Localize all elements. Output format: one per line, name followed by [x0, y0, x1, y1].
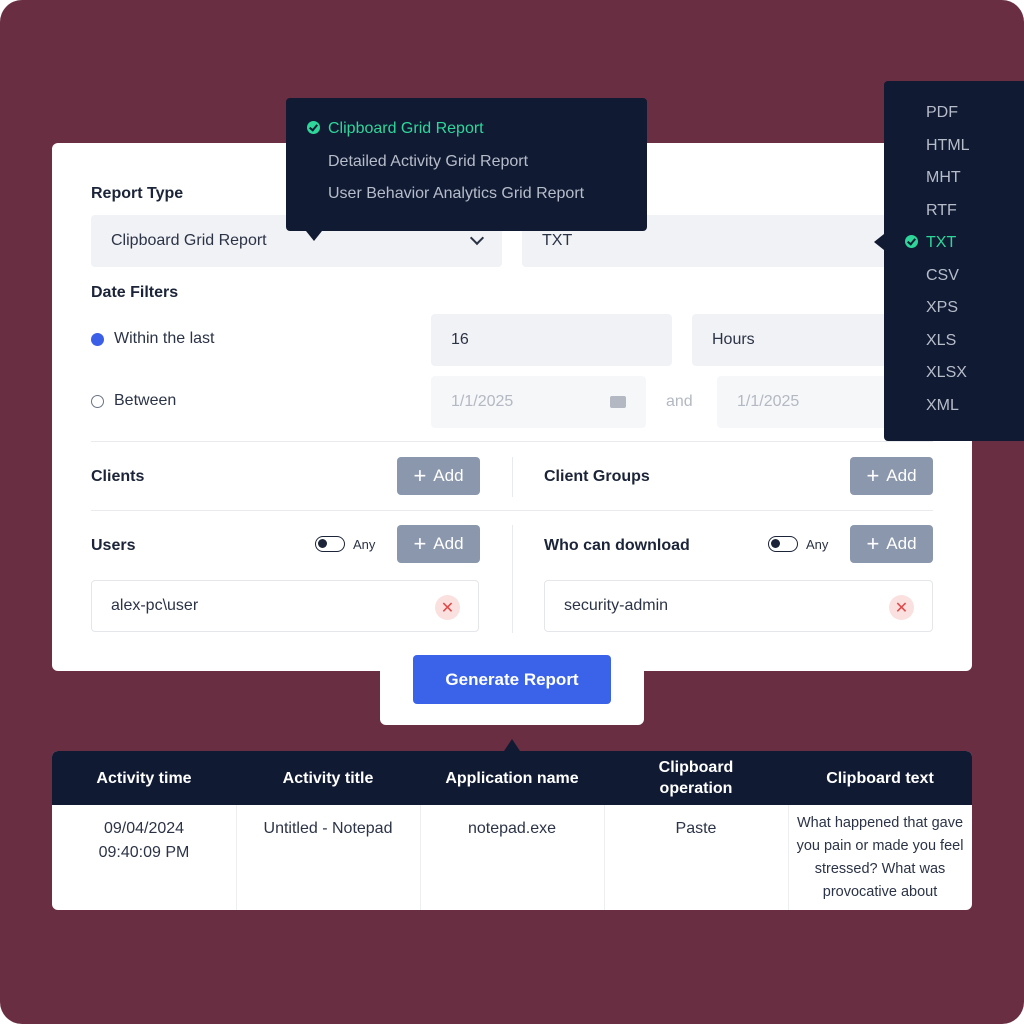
table-header: Activity time Activity title Application… [52, 751, 972, 805]
format-option-html[interactable]: HTML [926, 137, 970, 155]
users-any-toggle[interactable]: Any [315, 536, 375, 552]
report-type-dropdown: Clipboard Grid Report Detailed Activity … [286, 98, 647, 241]
radio-checked-icon [91, 332, 104, 346]
close-icon[interactable]: ✕ [435, 595, 460, 620]
add-user-button[interactable]: + Add [397, 525, 480, 563]
plus-icon: + [866, 531, 880, 556]
toggle-switch[interactable] [315, 536, 345, 552]
radio-unchecked-icon [91, 394, 104, 408]
between-radio[interactable]: Between [91, 392, 176, 410]
client-groups-label: Client Groups [544, 468, 650, 485]
within-last-label: Within the last [114, 330, 215, 347]
toggle-switch[interactable] [768, 536, 798, 552]
cell-clipboard-text: What happened that gave you pain or made… [796, 815, 964, 900]
format-option-txt[interactable]: TXT [905, 234, 956, 252]
add-downloader-button[interactable]: + Add [850, 525, 933, 563]
cell-activity-title: Untitled - Notepad [263, 820, 393, 837]
plus-icon: + [866, 463, 880, 488]
report-type-value: Clipboard Grid Report [111, 232, 267, 249]
generate-report-button[interactable]: Generate Report [413, 655, 611, 704]
download-any-label: Any [806, 536, 829, 552]
cell-activity-time: 09/04/2024 09:40:09 PM [52, 805, 236, 910]
users-any-label: Any [353, 536, 376, 552]
format-option-pdf[interactable]: PDF [926, 104, 958, 122]
clients-label: Clients [91, 468, 145, 485]
cell-activity-date: 09/04/2024 [103, 820, 185, 837]
column-header-clipboard-operation[interactable]: Clipboard operation [604, 751, 788, 805]
table-caret [504, 739, 520, 751]
downloader-chip: security-admin ✕ [544, 580, 933, 632]
column-header-activity-time[interactable]: Activity time [52, 751, 236, 805]
column-header-clipboard-text[interactable]: Clipboard text [788, 751, 972, 805]
format-option-xls[interactable]: XLS [926, 332, 956, 350]
report-option-label: Clipboard Grid Report [328, 120, 484, 137]
between-and-label: and [666, 393, 693, 410]
cell-application-name: notepad.exe [467, 820, 557, 837]
add-client-group-button[interactable]: + Add [850, 457, 933, 495]
downloader-chip-label: security-admin [564, 597, 669, 614]
report-option-detailed-activity[interactable]: Detailed Activity Grid Report [328, 153, 528, 171]
report-type-label: Report Type [91, 185, 184, 202]
plus-icon: + [413, 463, 427, 488]
format-option-xml[interactable]: XML [926, 397, 959, 415]
user-chip-label: alex-pc\user [111, 597, 199, 614]
add-client-group-label: Add [886, 466, 917, 485]
divider [91, 441, 933, 442]
popover-caret [874, 234, 884, 250]
between-from-date-input[interactable]: 1/1/2025 [431, 376, 646, 428]
column-divider [512, 457, 513, 497]
within-last-unit: Hours [712, 331, 755, 348]
report-option-user-behavior[interactable]: User Behavior Analytics Grid Report [328, 185, 584, 203]
download-any-toggle[interactable]: Any [768, 536, 828, 552]
format-option-mht[interactable]: MHT [926, 169, 961, 187]
divider [91, 510, 933, 511]
check-icon [905, 234, 918, 248]
user-chip: alex-pc\user ✕ [91, 580, 479, 632]
between-from-date: 1/1/2025 [451, 393, 514, 410]
cell-activity-clock: 09:40:09 PM [98, 844, 190, 861]
column-header-activity-title[interactable]: Activity title [236, 751, 420, 805]
generate-panel: Generate Report [380, 636, 644, 725]
format-value: TXT [542, 232, 573, 249]
format-dropdown: PDF HTML MHT RTF TXT CSV XPS XLS XLSX XM… [874, 81, 1024, 441]
format-option-xps[interactable]: XPS [926, 299, 958, 317]
column-header-application-name[interactable]: Application name [420, 751, 604, 805]
add-client-label: Add [433, 466, 464, 485]
popover-caret [306, 231, 322, 241]
between-to-date: 1/1/2025 [737, 393, 800, 410]
who-can-download-label: Who can download [544, 537, 690, 554]
format-option-xlsx[interactable]: XLSX [926, 364, 967, 382]
users-label: Users [91, 537, 136, 554]
add-client-button[interactable]: + Add [397, 457, 480, 495]
add-downloader-label: Add [886, 534, 917, 553]
add-user-label: Add [433, 534, 464, 553]
column-divider [512, 525, 513, 633]
format-option-csv[interactable]: CSV [926, 267, 959, 285]
within-last-radio[interactable]: Within the last [91, 330, 214, 348]
close-icon[interactable]: ✕ [889, 595, 914, 620]
date-filters-label: Date Filters [91, 284, 179, 301]
check-icon [307, 120, 320, 134]
between-label: Between [114, 392, 177, 409]
cell-clipboard-operation: Paste [675, 820, 717, 837]
within-last-value-input[interactable]: 16 [431, 314, 672, 366]
chevron-down-icon [469, 230, 485, 246]
within-last-value: 16 [451, 331, 469, 348]
format-option-label: TXT [926, 234, 957, 251]
background-frame: Report Type Clipboard Grid Report TXT Da… [0, 0, 1024, 1024]
format-option-rtf[interactable]: RTF [926, 202, 957, 220]
calendar-icon[interactable] [610, 396, 626, 408]
report-results-table: Activity time Activity title Application… [52, 751, 972, 910]
plus-icon: + [413, 531, 427, 556]
report-option-clipboard[interactable]: Clipboard Grid Report [307, 120, 484, 138]
